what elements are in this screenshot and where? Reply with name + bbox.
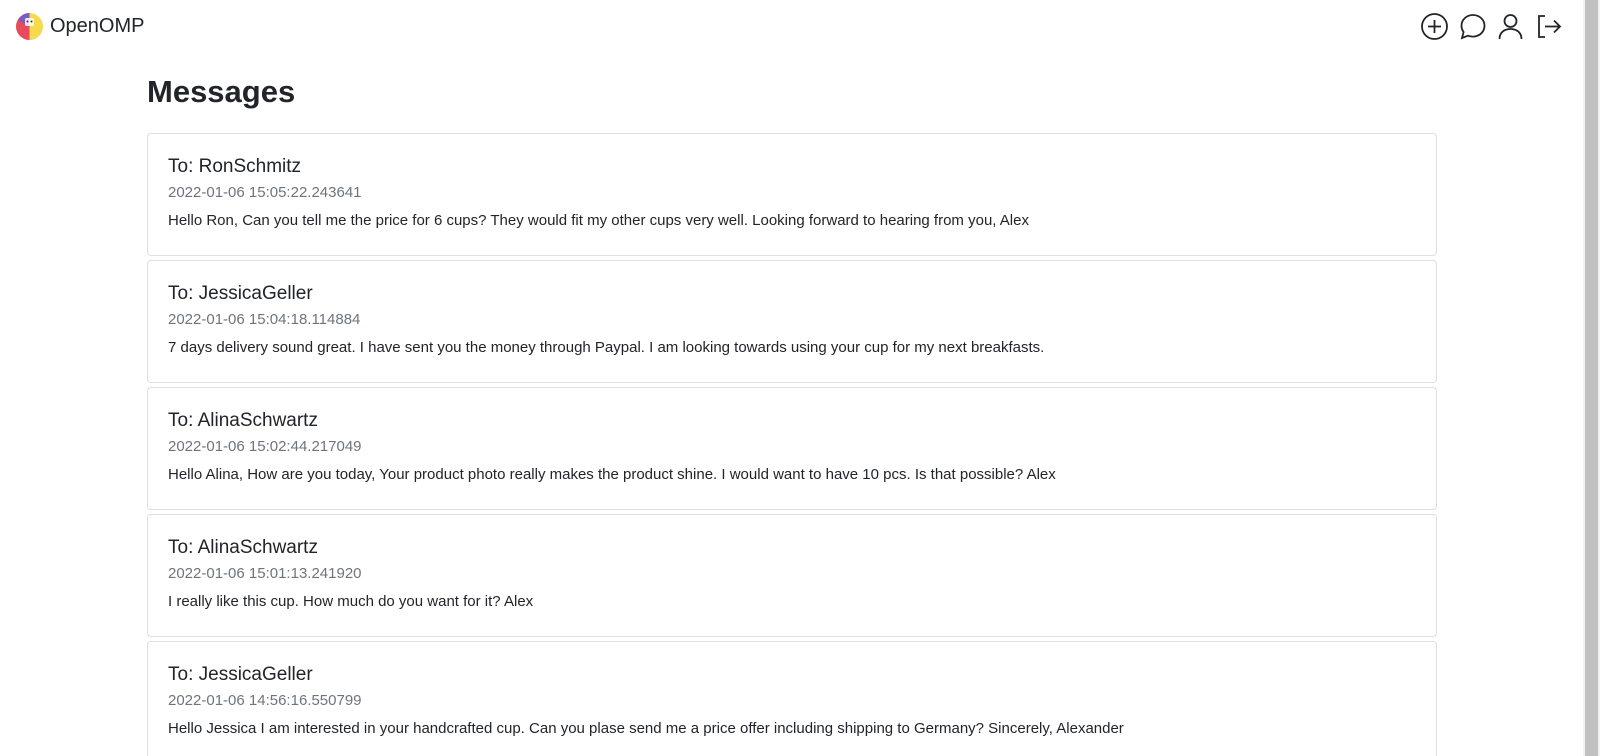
message-recipient: To: AlinaSchwartz bbox=[168, 537, 318, 558]
message-card[interactable]: To: JessicaGeller 2022-01-06 14:56:16.55… bbox=[147, 641, 1437, 756]
add-icon[interactable] bbox=[1420, 12, 1449, 41]
message-recipient: To: RonSchmitz bbox=[168, 156, 302, 177]
brand-name: OpenOMP bbox=[50, 15, 145, 37]
message-date: 2022-01-06 14:56:16.550799 bbox=[168, 692, 362, 709]
vertical-scrollbar[interactable] bbox=[1583, 0, 1600, 756]
nav-icons bbox=[1420, 12, 1563, 41]
main-content: Messages To: RonSchmitz 2022-01-06 15:05… bbox=[147, 70, 1437, 756]
message-body: I really like this cup. How much do you … bbox=[168, 593, 534, 610]
message-card[interactable]: To: AlinaSchwartz 2022-01-06 15:01:13.24… bbox=[147, 514, 1437, 637]
message-card[interactable]: To: AlinaSchwartz 2022-01-06 15:02:44.21… bbox=[147, 387, 1437, 510]
message-recipient: To: JessicaGeller bbox=[168, 283, 313, 304]
message-date: 2022-01-06 15:04:18.114884 bbox=[168, 311, 361, 328]
chat-icon[interactable] bbox=[1458, 12, 1487, 41]
message-body: Hello Ron, Can you tell me the price for… bbox=[168, 212, 1029, 229]
navbar: OpenOMP bbox=[0, 0, 1583, 56]
scrollbar-thumb[interactable] bbox=[1585, 0, 1598, 756]
message-recipient: To: JessicaGeller bbox=[168, 664, 313, 685]
page-title: Messages bbox=[147, 74, 296, 109]
message-date: 2022-01-06 15:01:13.241920 bbox=[168, 565, 362, 582]
page: OpenOMP Messages To: RonSchmitz 2022-01-… bbox=[0, 0, 1600, 756]
person-icon[interactable] bbox=[1496, 12, 1525, 41]
logout-icon[interactable] bbox=[1534, 12, 1563, 41]
openomp-logo-icon bbox=[15, 12, 43, 40]
brand-link[interactable]: OpenOMP bbox=[15, 11, 144, 41]
message-card[interactable]: To: RonSchmitz 2022-01-06 15:05:22.24364… bbox=[147, 133, 1437, 256]
message-body: Hello Alina, How are you today, Your pro… bbox=[168, 466, 1056, 483]
message-recipient: To: AlinaSchwartz bbox=[168, 410, 318, 431]
message-date: 2022-01-06 15:05:22.243641 bbox=[168, 184, 362, 201]
message-body: Hello Jessica I am interested in your ha… bbox=[168, 720, 1124, 737]
message-card[interactable]: To: JessicaGeller 2022-01-06 15:04:18.11… bbox=[147, 260, 1437, 383]
message-date: 2022-01-06 15:02:44.217049 bbox=[168, 438, 362, 455]
message-body: 7 days delivery sound great. I have sent… bbox=[168, 339, 1045, 356]
